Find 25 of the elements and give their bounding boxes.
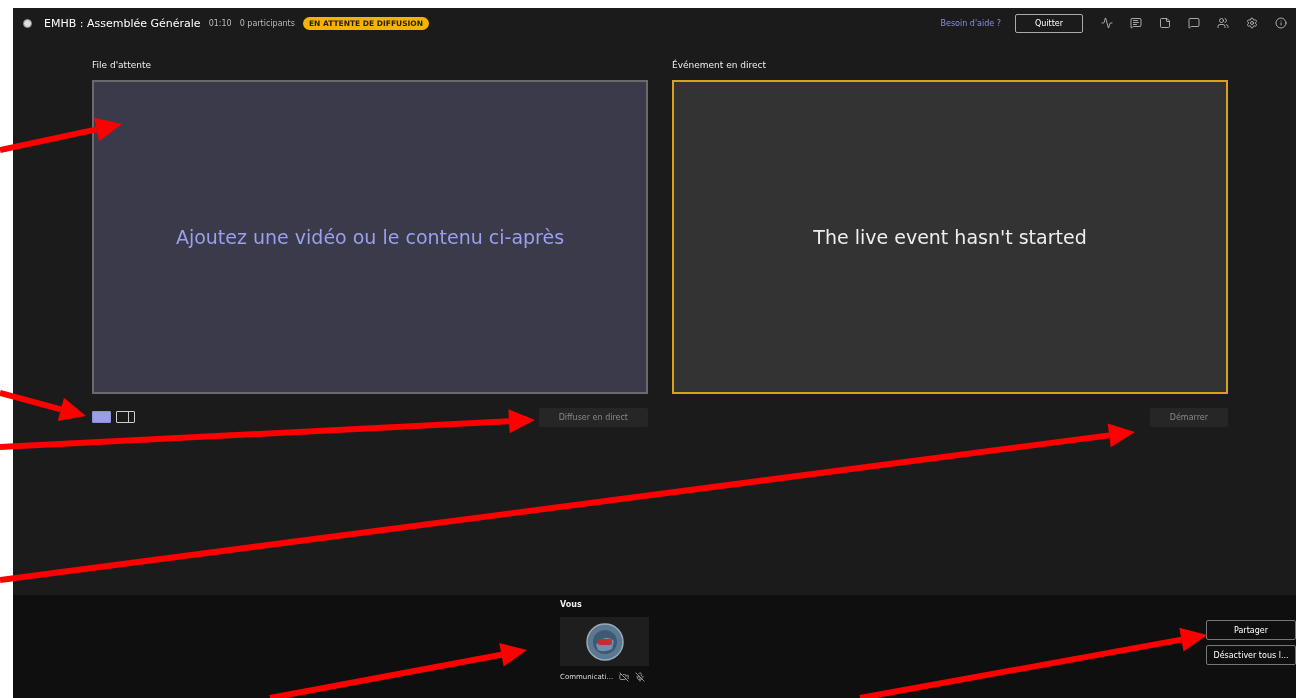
- help-link[interactable]: Besoin d'aide ?: [940, 18, 1001, 28]
- share-button[interactable]: Partager: [1206, 620, 1296, 640]
- content-drop-field[interactable]: Ajoutez une vidéo ou le contenu ci-après: [92, 80, 648, 394]
- settings-icon[interactable]: [1246, 17, 1258, 29]
- message-icon[interactable]: [1188, 17, 1200, 29]
- queue-placeholder: Ajoutez une vidéo ou le contenu ci-après: [175, 226, 565, 248]
- people-icon[interactable]: [1217, 17, 1229, 29]
- pulse-icon[interactable]: [1101, 17, 1113, 29]
- participant-count: 0 participants: [239, 18, 295, 28]
- queue-title: File d'attente: [92, 60, 152, 72]
- start-button[interactable]: Démarrer: [1149, 407, 1228, 427]
- live-message: The live event hasn't started: [813, 226, 1087, 248]
- elapsed-time: 01:10: [208, 18, 232, 28]
- chat-icon[interactable]: [1130, 17, 1142, 29]
- section-title: Vous: [560, 600, 583, 611]
- broadcast-button[interactable]: Diffuser en direct: [538, 407, 648, 427]
- status-dot: [23, 18, 32, 28]
- layout-option[interactable]: [116, 411, 135, 423]
- info-icon[interactable]: [1275, 17, 1287, 29]
- mute-all-button[interactable]: Désactiver tous l...: [1206, 645, 1296, 665]
- live-title: Événement en direct: [672, 60, 768, 72]
- notes-icon[interactable]: [1159, 17, 1171, 29]
- logo-icon: [585, 622, 624, 661]
- quit-button[interactable]: Quitter: [1015, 13, 1083, 33]
- event-title: EMHB : Assemblée Générale: [44, 16, 201, 30]
